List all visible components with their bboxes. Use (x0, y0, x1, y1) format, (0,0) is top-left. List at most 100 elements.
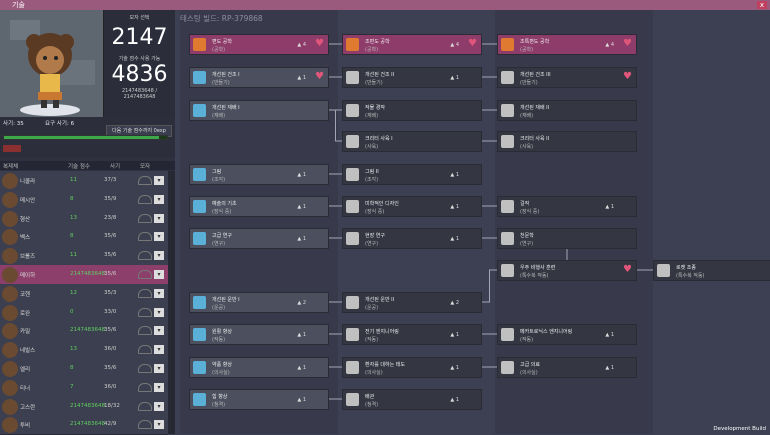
skill-icon (346, 328, 359, 341)
skill-node[interactable]: 미학적인 디자인 (장식 중) ▲ 1 (342, 196, 482, 217)
skill-node[interactable]: 걸작 (장식 중) ▲ 1 (497, 196, 637, 217)
dupe-row[interactable]: 코헨 12 35/3 ▾ (0, 283, 168, 304)
skill-dupe-count: ▲ 1 (297, 172, 306, 178)
skill-node[interactable]: 크리터 사육 II (사육) (497, 131, 637, 152)
skill-node[interactable]: 메카트로닉스 엔지니어링 (작동) ▲ 1 (497, 324, 637, 345)
hat-dropdown-button[interactable]: ▾ (154, 364, 164, 373)
dupe-name: 메시안 (20, 197, 36, 204)
hat-icon[interactable] (138, 176, 152, 185)
hat-icon[interactable] (138, 251, 152, 261)
hat-dropdown-button[interactable]: ▾ (154, 232, 164, 242)
skill-node[interactable]: 우주 비행사 훈련 (특수복 작동) ♥ (497, 260, 637, 281)
col-skill[interactable]: 기술 점수 (68, 162, 90, 170)
skill-name: 개선된 재배 II (520, 105, 550, 111)
dupe-row[interactable]: 니콜라 11 37/3 ▾ (0, 171, 168, 191)
skill-node[interactable]: 예술의 기초 (장식 중) ▲ 1 (189, 196, 329, 217)
skill-node[interactable]: 개선된 건조 II (만들기) ▲ 1 (342, 67, 482, 88)
hat-dropdown-button[interactable]: ▾ (154, 382, 164, 392)
hat-icon[interactable] (138, 288, 152, 298)
hat-dropdown-button[interactable]: ▾ (154, 420, 164, 430)
skill-name: 개선된 운반 II (365, 297, 395, 303)
skill-node[interactable]: 편도 공학 (공학) ▲ 4 ♥ (189, 34, 329, 55)
skill-node[interactable]: 원활 향상 (작동) ▲ 1 (189, 324, 329, 345)
available-points-label: 기술 점수 사용 가능 (118, 56, 161, 62)
skill-node[interactable]: 개선된 운반 I (운공) ▲ 2 (189, 292, 329, 313)
hat-dropdown-button[interactable]: ▾ (154, 345, 164, 355)
hat-dropdown-button[interactable]: ▾ (154, 307, 164, 317)
skill-node[interactable]: 개선된 재배 I (재배) (189, 100, 329, 121)
hat-icon[interactable] (138, 232, 152, 242)
skill-node[interactable]: 배관 (청격) ▲ 1 (342, 389, 482, 410)
dupe-name: 로완 (20, 310, 31, 317)
skill-node[interactable]: 크리터 사육 I (사육) (342, 131, 482, 152)
col-morale[interactable]: 사기 (110, 162, 120, 170)
skill-node[interactable]: 전기 엔지니어링 (작동) ▲ 1 (342, 324, 482, 345)
hat-dropdown-button[interactable]: ▾ (154, 288, 164, 298)
skill-node[interactable]: 힘 향상 (청격) ▲ 1 (189, 389, 329, 410)
skill-category: (특수복 작동) (520, 273, 549, 279)
available-points-value: 4836 (111, 62, 168, 87)
skill-node[interactable]: 개선된 재배 II (재배) (497, 100, 637, 121)
hat-icon[interactable] (138, 326, 152, 336)
hat-icon[interactable] (138, 364, 152, 373)
dupe-list-scrollbar[interactable] (168, 171, 175, 434)
skill-node[interactable]: 개선된 건조 I (만들기) ▲ 1 ♥ (189, 67, 329, 88)
skill-icon (501, 38, 514, 51)
skill-name: 걸작 (520, 201, 530, 207)
skill-dupe-count-value: 1 (610, 332, 614, 338)
hat-icon[interactable] (138, 194, 152, 204)
skill-node[interactable]: 그림 (조각) ▲ 1 (189, 164, 329, 185)
hat-icon[interactable] (138, 345, 152, 355)
hat-icon[interactable] (138, 307, 152, 317)
skill-dupe-count: ▲ 1 (450, 397, 459, 403)
dupe-row[interactable]: 네빌스 13 36/0 ▾ (0, 340, 168, 361)
dupe-row[interactable]: 티너 7 36/0 ▾ (0, 377, 168, 398)
hat-icon[interactable] (138, 420, 152, 430)
skill-node[interactable]: 조특편도 공학 (공학) ▲ 4 ♥ (497, 34, 637, 55)
dupe-row[interactable]: 투비 2147483648 42/9 ▾ (0, 415, 168, 435)
skill-name: 로켓 조종 (676, 265, 696, 271)
dupe-morale: 18/32 (104, 402, 120, 409)
skill-dupe-count: ▲ 1 (297, 397, 306, 403)
skill-node[interactable]: 조편도 공학 (공학) ▲ 4 ♥ (342, 34, 482, 55)
dupe-row[interactable]: 로완 0 33/0 ▾ (0, 302, 168, 323)
dupe-row[interactable]: 형산 13 23/8 ▾ (0, 208, 168, 229)
close-button[interactable]: x (757, 1, 767, 9)
hat-icon[interactable] (138, 213, 152, 223)
skill-node[interactable]: 고급 의료 (의사실) ▲ 1 (497, 357, 637, 378)
heart-icon: ♥ (315, 71, 324, 82)
dupe-skill-points: 11 (70, 177, 77, 183)
col-dupe[interactable]: 복제체 (3, 162, 18, 170)
skill-node[interactable]: 환자를 대하는 태도 (의사실) ▲ 1 (342, 357, 482, 378)
skill-node[interactable]: 천문학 (연구) (497, 228, 637, 249)
dupe-row[interactable]: 엘리 8 35/6 ▾ (0, 359, 168, 379)
hat-dropdown-button[interactable]: ▾ (154, 176, 164, 185)
hat-dropdown-button[interactable]: ▾ (154, 251, 164, 261)
dupe-row[interactable]: 메이하 2147483648 35/6 ▾ (0, 265, 168, 285)
skill-node[interactable]: 현장 연구 (연구) ▲ 1 (342, 228, 482, 249)
hat-dropdown-button[interactable]: ▾ (154, 401, 164, 411)
hat-dropdown-button[interactable]: ▾ (154, 270, 164, 279)
skill-node[interactable]: 개선된 운반 II (운공) ▲ 2 (342, 292, 482, 313)
skill-node[interactable]: 작물 경작 (재배) (342, 100, 482, 121)
hat-dropdown-button[interactable]: ▾ (154, 326, 164, 336)
dupe-morale: 35/6 (104, 365, 117, 371)
dupe-row[interactable]: 카밀 2147483648 35/6 ▾ (0, 321, 168, 342)
hat-dropdown-button[interactable]: ▾ (154, 213, 164, 223)
col-hat[interactable]: 모자 (140, 162, 150, 170)
dupe-row[interactable]: 브롤즈 11 35/6 ▾ (0, 246, 168, 267)
hat-icon[interactable] (138, 401, 152, 411)
dupe-row[interactable]: 고스란 2147483648 18/32 ▾ (0, 396, 168, 417)
hat-icon[interactable] (138, 270, 152, 279)
hat-icon[interactable] (138, 382, 152, 392)
skill-node[interactable]: 로켓 조종 (특수복 작동) (653, 260, 770, 281)
dupe-row[interactable]: 벡스 8 35/6 ▾ (0, 227, 168, 248)
morale-info: 사기: 35 요구 사기: 6 다음 기술 점수까지 0exp (0, 117, 175, 157)
hat-dropdown-button[interactable]: ▾ (154, 194, 164, 204)
skill-node[interactable]: 고급 연구 (연구) ▲ 1 (189, 228, 329, 249)
skill-node[interactable]: 개선된 건조 III (만들기) ♥ (497, 67, 637, 88)
skill-node[interactable]: 약품 향상 (의사실) ▲ 1 (189, 357, 329, 378)
dupe-row[interactable]: 메시안 8 35/9 ▾ (0, 189, 168, 210)
dupe-avatar (2, 417, 18, 434)
skill-node[interactable]: 그림 II (조각) ▲ 1 (342, 164, 482, 185)
